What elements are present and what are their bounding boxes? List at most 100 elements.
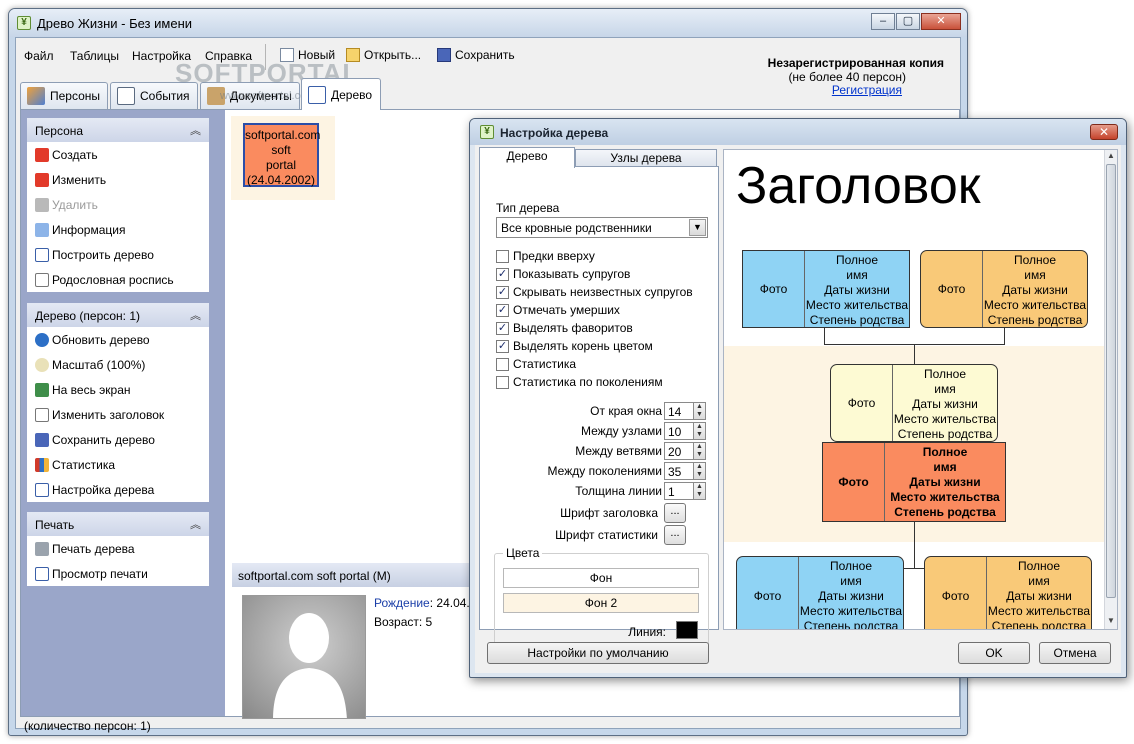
node-text: Полное имя Даты жизни Место жительства Степе… bbox=[893, 367, 997, 441]
edit-person-item[interactable]: Изменить bbox=[27, 167, 209, 192]
printer-icon bbox=[35, 541, 49, 556]
save-button[interactable]: Сохранить bbox=[437, 48, 515, 62]
scroll-thumb[interactable] bbox=[1106, 164, 1116, 598]
ok-button[interactable]: OK bbox=[958, 642, 1030, 664]
checkbox-mark-deceased[interactable]: ✓ Отмечать умерших bbox=[496, 302, 620, 318]
print-preview-item[interactable]: Просмотр печати bbox=[27, 561, 209, 586]
spinner-input[interactable]: 35 bbox=[664, 462, 694, 480]
node-line: Степень родства bbox=[894, 505, 996, 519]
spinner-arrows-icon[interactable]: ▲ ▼ bbox=[693, 462, 706, 480]
spinner-arrows-icon[interactable]: ▲ ▼ bbox=[693, 422, 706, 440]
build-tree-item[interactable]: Построить дерево bbox=[27, 242, 209, 267]
zoom-label: Масштаб (100%) bbox=[52, 357, 146, 372]
delete-person-item[interactable]: Удалить bbox=[27, 192, 209, 217]
statistics-item[interactable]: Статистика bbox=[27, 452, 209, 477]
checkbox-label: Статистика по поколениям bbox=[513, 375, 663, 389]
minimize-button[interactable]: – bbox=[871, 13, 895, 30]
menu-file[interactable]: Файл bbox=[24, 49, 54, 63]
title-bar[interactable]: ¥ Древо Жизни - Без имени – ▢ ✕ bbox=[9, 9, 967, 37]
person-silhouette-icon bbox=[273, 613, 347, 718]
scroll-down-icon[interactable]: ▼ bbox=[1106, 616, 1116, 625]
chevron-down-icon[interactable]: ▼ bbox=[689, 219, 706, 236]
tree-group-header[interactable]: Дерево (персон: 1) ︽ bbox=[27, 303, 209, 327]
tab-tree-nodes[interactable]: Узлы дерева bbox=[575, 149, 717, 167]
title-font-label: Шрифт заголовка bbox=[560, 506, 658, 520]
print-tree-item[interactable]: Печать дерева bbox=[27, 536, 209, 561]
dialog-close-button[interactable]: ✕ bbox=[1090, 124, 1118, 140]
checkbox-box[interactable]: ✓ bbox=[496, 267, 509, 281]
menu-tables[interactable]: Таблицы bbox=[70, 49, 119, 63]
spinner-arrows-icon[interactable]: ▲ ▼ bbox=[693, 442, 706, 460]
checkbox-box[interactable]: ✓ bbox=[496, 321, 509, 335]
collapse-icon[interactable]: ︽ bbox=[190, 122, 201, 138]
person-group-header[interactable]: Персона ︽ bbox=[27, 118, 209, 142]
node-line: Степень родства bbox=[803, 619, 899, 630]
spinner-input[interactable]: 20 bbox=[664, 442, 694, 460]
spinner-arrows-icon[interactable]: ▲ ▼ bbox=[693, 402, 706, 420]
fullscreen-label: На весь экран bbox=[52, 382, 131, 397]
cancel-button[interactable]: Отмена bbox=[1039, 642, 1111, 664]
checkbox-highlight-favorites[interactable]: ✓ Выделять фаворитов bbox=[496, 320, 633, 336]
spinner-arrows-icon[interactable]: ▲ ▼ bbox=[693, 482, 706, 500]
minus-icon bbox=[35, 197, 49, 212]
node-photo: Фото bbox=[831, 365, 893, 441]
checkbox-statistics[interactable]: Статистика bbox=[496, 356, 576, 372]
checkbox-box[interactable]: ✓ bbox=[496, 285, 509, 299]
tree-group-title: Дерево (персон: 1) bbox=[35, 309, 141, 323]
checkbox-box[interactable]: ✓ bbox=[496, 339, 509, 353]
pedigree-item[interactable]: Родословная роспись bbox=[27, 267, 209, 292]
close-button[interactable]: ✕ bbox=[921, 13, 961, 30]
tab-tree[interactable]: Дерево bbox=[301, 78, 381, 110]
create-person-label: Создать bbox=[52, 147, 98, 162]
node-line: Полное bbox=[829, 559, 872, 573]
checkbox-box[interactable]: ✓ bbox=[496, 303, 509, 317]
tree-node[interactable]: softportal.com soft portal (24.04.2002) bbox=[243, 123, 320, 187]
tab-tree-settings[interactable]: Дерево bbox=[479, 147, 575, 168]
dialog-title-bar[interactable]: ¥ Настройка дерева ✕ bbox=[470, 119, 1126, 145]
maximize-button[interactable]: ▢ bbox=[896, 13, 920, 30]
title-font-row: Шрифт заголовка ... bbox=[480, 503, 706, 523]
preview-node-female: Фото Полное имя Даты жизни Место жительства… bbox=[920, 250, 1088, 328]
node-line: имя bbox=[840, 574, 862, 588]
tab-persons[interactable]: Персоны bbox=[20, 82, 108, 109]
checkbox-highlight-root[interactable]: ✓ Выделять корень цветом bbox=[496, 338, 653, 354]
title-font-button[interactable]: ... bbox=[664, 503, 686, 523]
tree-settings-item[interactable]: Настройка дерева bbox=[27, 477, 209, 502]
node-line: имя bbox=[934, 382, 956, 396]
save-tree-item[interactable]: Сохранить дерево bbox=[27, 427, 209, 452]
birth-label[interactable]: Рождение bbox=[374, 596, 430, 610]
fullscreen-item[interactable]: На весь экран bbox=[27, 377, 209, 402]
spinner-input[interactable]: 1 bbox=[664, 482, 694, 500]
tree-type-select[interactable]: Все кровные родственники ▼ bbox=[496, 217, 708, 238]
zoom-item[interactable]: Масштаб (100%) bbox=[27, 352, 209, 377]
preview-vertical-scrollbar[interactable]: ▲ ▼ bbox=[1104, 150, 1117, 629]
checkbox-box[interactable] bbox=[496, 375, 509, 389]
checkbox-generation-statistics[interactable]: Статистика по поколениям bbox=[496, 374, 663, 390]
print-group-header[interactable]: Печать ︽ bbox=[27, 512, 209, 536]
spinner-input[interactable]: 14 bbox=[664, 402, 694, 420]
checkbox-box[interactable] bbox=[496, 357, 509, 371]
document-icon bbox=[35, 272, 49, 287]
node-line: имя bbox=[1028, 574, 1050, 588]
checkbox-hide-unknown-spouses[interactable]: ✓ Скрывать неизвестных супругов bbox=[496, 284, 693, 300]
collapse-icon[interactable]: ︽ bbox=[190, 516, 201, 532]
line-color-swatch[interactable] bbox=[676, 621, 698, 639]
refresh-tree-item[interactable]: Обновить дерево bbox=[27, 327, 209, 352]
info-icon bbox=[35, 222, 49, 237]
edit-title-item[interactable]: Изменить заголовок bbox=[27, 402, 209, 427]
checkbox-ancestors-top[interactable]: Предки вверху bbox=[496, 248, 595, 264]
scroll-up-icon[interactable]: ▲ bbox=[1106, 151, 1116, 160]
spinner-input[interactable]: 10 bbox=[664, 422, 694, 440]
checkbox-box[interactable] bbox=[496, 249, 509, 263]
print-group: Печать ︽ Печать дерева Просмотр печати bbox=[27, 512, 209, 586]
restore-defaults-button[interactable]: Настройки по умолчанию bbox=[487, 642, 709, 664]
background-color-button[interactable]: Фон bbox=[503, 568, 699, 588]
collapse-icon[interactable]: ︽ bbox=[190, 307, 201, 323]
node-line: Место жительства bbox=[983, 298, 1087, 312]
create-person-item[interactable]: Создать bbox=[27, 142, 209, 167]
preview-node-root: Фото Полное имя Даты жизни Место жительства… bbox=[822, 442, 1006, 522]
checkbox-show-spouses[interactable]: ✓ Показывать супругов bbox=[496, 266, 630, 282]
statistics-font-button[interactable]: ... bbox=[664, 525, 686, 545]
background2-color-button[interactable]: Фон 2 bbox=[503, 593, 699, 613]
info-item[interactable]: Информация bbox=[27, 217, 209, 242]
